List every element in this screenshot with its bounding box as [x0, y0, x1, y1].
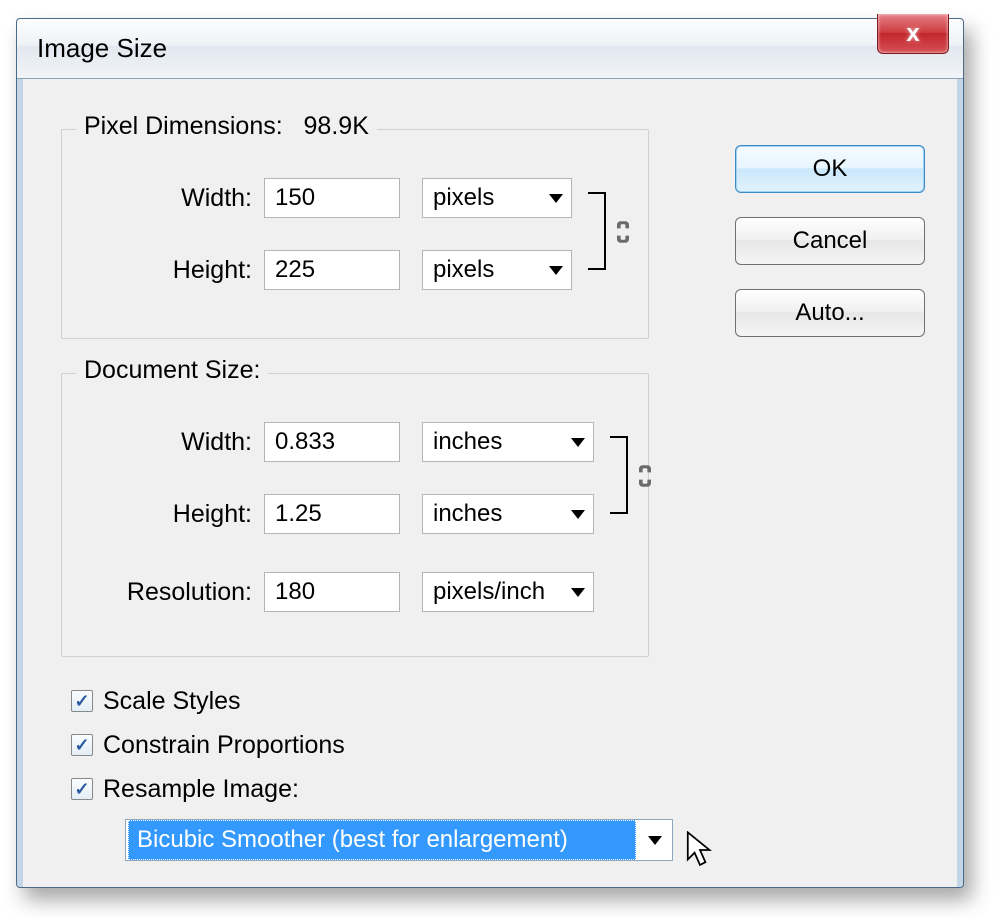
doc-width-label: Width:: [62, 428, 252, 457]
link-icon: [614, 220, 632, 244]
panel: OK Cancel Auto... Pixel Dimensions: 98.9…: [33, 99, 947, 871]
client-area: OK Cancel Auto... Pixel Dimensions: 98.9…: [17, 79, 963, 887]
resolution-unit-select[interactable]: pixels/inch: [422, 572, 594, 612]
resample-image-label: Resample Image:: [103, 775, 299, 804]
document-size-legend: Document Size:: [76, 356, 268, 385]
doc-height-unit-value: inches: [433, 500, 502, 528]
pixel-width-input[interactable]: [264, 178, 400, 218]
chevron-down-icon: [571, 438, 585, 447]
check-icon: ✓: [74, 692, 89, 710]
resolution-unit-value: pixels/inch: [433, 578, 545, 606]
chevron-down-icon: [549, 266, 563, 275]
constrain-proportions-checkbox[interactable]: ✓: [71, 734, 93, 756]
pixel-dimensions-group: Pixel Dimensions: 98.9K Width: pixels: [61, 129, 649, 339]
cursor-icon: [685, 831, 715, 869]
doc-link-bracket: [610, 436, 628, 514]
pixel-width-unit-select[interactable]: pixels: [422, 178, 572, 218]
doc-width-unit-select[interactable]: inches: [422, 422, 594, 462]
resolution-input[interactable]: [264, 572, 400, 612]
document-size-group: Document Size: Width: inches Height:: [61, 373, 649, 657]
pixel-height-unit-select[interactable]: pixels: [422, 250, 572, 290]
link-icon: [636, 464, 654, 488]
window-title: Image Size: [17, 33, 167, 64]
close-button[interactable]: x: [877, 14, 949, 54]
pixel-width-unit-value: pixels: [433, 184, 494, 212]
doc-height-input[interactable]: [264, 494, 400, 534]
resample-method-value: Bicubic Smoother (best for enlargement): [128, 820, 636, 860]
pixel-height-unit-value: pixels: [433, 256, 494, 284]
doc-height-unit-select[interactable]: inches: [422, 494, 594, 534]
chevron-down-icon: [648, 836, 662, 845]
scale-styles-checkbox[interactable]: ✓: [71, 690, 93, 712]
close-icon: x: [906, 22, 919, 46]
scale-styles-label: Scale Styles: [103, 687, 241, 716]
constrain-proportions-label: Constrain Proportions: [103, 731, 345, 760]
scale-styles-row: ✓ Scale Styles: [71, 679, 345, 723]
resample-image-checkbox[interactable]: ✓: [71, 778, 93, 800]
chevron-down-icon: [571, 588, 585, 597]
pixel-width-label: Width:: [62, 184, 252, 213]
pixel-height-input[interactable]: [264, 250, 400, 290]
check-icon: ✓: [74, 780, 89, 798]
ok-button-label: OK: [813, 155, 848, 183]
ok-button[interactable]: OK: [735, 145, 925, 193]
cancel-button-label: Cancel: [793, 227, 868, 255]
resolution-label: Resolution:: [62, 578, 252, 607]
image-size-dialog: Image Size x OK Cancel Auto...: [16, 18, 964, 888]
chevron-down-icon: [549, 194, 563, 203]
resample-image-row: ✓ Resample Image:: [71, 767, 345, 811]
resample-method-select[interactable]: Bicubic Smoother (best for enlargement): [125, 819, 673, 861]
pixel-height-label: Height:: [62, 256, 252, 285]
doc-width-unit-value: inches: [433, 428, 502, 456]
pixel-dimensions-legend-prefix: Pixel Dimensions:: [84, 112, 283, 140]
pixel-dimensions-size: 98.9K: [304, 112, 369, 140]
auto-button[interactable]: Auto...: [735, 289, 925, 337]
constrain-proportions-row: ✓ Constrain Proportions: [71, 723, 345, 767]
doc-width-input[interactable]: [264, 422, 400, 462]
pixel-link-bracket: [588, 192, 606, 270]
check-icon: ✓: [74, 736, 89, 754]
titlebar[interactable]: Image Size x: [17, 19, 963, 79]
pixel-dimensions-legend: Pixel Dimensions: 98.9K: [76, 112, 377, 141]
doc-height-label: Height:: [62, 500, 252, 529]
cancel-button[interactable]: Cancel: [735, 217, 925, 265]
chevron-down-icon: [571, 510, 585, 519]
auto-button-label: Auto...: [795, 299, 864, 327]
